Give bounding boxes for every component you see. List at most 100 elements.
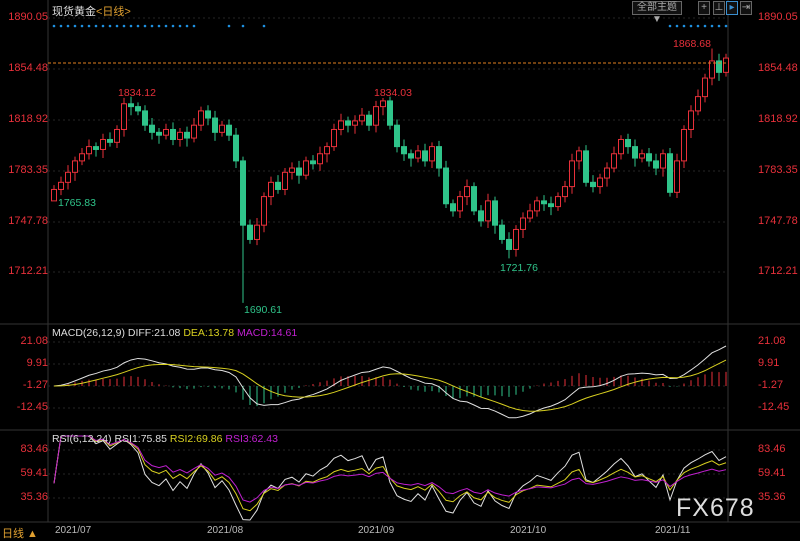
signal-dot [262, 24, 266, 28]
candle-body [331, 128, 337, 148]
candle-body [548, 203, 554, 208]
date-label: 2021/07 [55, 525, 92, 536]
rsi3-line [53, 435, 727, 503]
annotation-low1: 1765.83 [58, 197, 96, 209]
candle-body [611, 153, 617, 169]
candle-body [121, 103, 127, 130]
candle-body [86, 146, 92, 155]
candle-body [541, 200, 547, 205]
candle-body [702, 77, 708, 98]
candle-body [387, 100, 393, 126]
candle-body [240, 160, 246, 226]
annotation-high2: 1834.03 [374, 87, 412, 99]
candle-body [226, 124, 232, 136]
signal-dot [703, 24, 707, 28]
candle-body [212, 117, 218, 133]
signal-dot [136, 24, 140, 28]
candle-body [646, 153, 652, 162]
candle-body [352, 120, 358, 126]
signal-dot [66, 24, 70, 28]
axis-label: -1.27 [22, 379, 48, 391]
signal-dot [122, 24, 126, 28]
candle-body [338, 120, 344, 130]
candle-body [394, 124, 400, 148]
axis-label: 1854.48 [758, 62, 798, 74]
crosshair-icon[interactable]: + [698, 1, 710, 15]
chart-canvas[interactable] [0, 0, 800, 540]
candle-body [429, 146, 435, 162]
candle-body [443, 167, 449, 205]
candle-body [513, 228, 519, 250]
candle-body [359, 114, 365, 122]
signal-dot [59, 24, 63, 28]
candle-body [191, 124, 197, 139]
candle-body [177, 131, 183, 140]
range-icon[interactable]: ⊥ [713, 1, 725, 15]
axis-label: 1854.48 [8, 62, 48, 74]
candle-body [156, 131, 162, 136]
candle-body [268, 181, 274, 198]
candle-body [618, 138, 624, 155]
axis-label: 1747.78 [8, 215, 48, 227]
candle-body [436, 146, 442, 169]
candle-body [527, 210, 533, 219]
annotation-low3: 1721.76 [500, 262, 538, 274]
signal-dot [73, 24, 77, 28]
candle-body [471, 186, 477, 212]
axis-label: 1818.92 [8, 113, 48, 125]
axis-label: 1747.78 [758, 215, 798, 227]
candle-body [275, 181, 281, 190]
candle-body [695, 96, 701, 112]
axis-label: 21.08 [20, 335, 48, 347]
candle-body [450, 203, 456, 212]
candle-body [583, 150, 589, 183]
date-label: 2021/08 [207, 525, 244, 536]
candle-body [233, 134, 239, 162]
exit-icon[interactable]: ⇥ [740, 1, 752, 15]
candle-body [492, 200, 498, 226]
candle-body [590, 181, 596, 188]
axis-label: 1783.35 [758, 164, 798, 176]
signal-dot [80, 24, 84, 28]
candle-body [310, 160, 316, 165]
candle-body [170, 128, 176, 140]
axis-label: 83.46 [758, 443, 786, 455]
candle-body [114, 128, 120, 143]
axis-label: 1890.05 [758, 11, 798, 23]
signal-dot [227, 24, 231, 28]
candle-body [107, 138, 113, 143]
candle-body [408, 153, 414, 159]
signal-dot [682, 24, 686, 28]
candle-body [667, 153, 673, 193]
candle-body [366, 114, 372, 126]
signal-dot [115, 24, 119, 28]
candle-body [422, 150, 428, 162]
candle-body [254, 224, 260, 240]
axis-label: 1783.35 [8, 164, 48, 176]
candle-body [289, 167, 295, 173]
axis-label: 21.08 [758, 335, 786, 347]
signal-dot [150, 24, 154, 28]
axis-label: -12.45 [758, 401, 790, 413]
signal-dot [696, 24, 700, 28]
candle-body [93, 146, 99, 150]
candle-body [142, 110, 148, 126]
annotation-high1: 1834.12 [118, 87, 156, 99]
axis-label: 9.91 [758, 357, 780, 369]
candle-body [478, 210, 484, 222]
candle-body [401, 146, 407, 155]
annotation-recent-high: 1868.68 [673, 38, 711, 50]
theme-select[interactable]: 全部主题▼ [632, 1, 682, 25]
period-toggle[interactable]: 日线 ▲ [2, 525, 38, 541]
candle-body [219, 124, 225, 133]
signal-dot [101, 24, 105, 28]
signal-dot [178, 24, 182, 28]
play-icon[interactable]: ▸ [726, 1, 738, 15]
macd-legend: MACD(26,12,9) DIFF:21.08 DEA:13.78 MACD:… [52, 327, 298, 339]
candle-body [604, 167, 610, 179]
signal-dot [689, 24, 693, 28]
candle-body [100, 138, 106, 150]
candle-body [506, 238, 512, 250]
axis-label: -1.27 [758, 379, 784, 391]
signal-dot [668, 24, 672, 28]
